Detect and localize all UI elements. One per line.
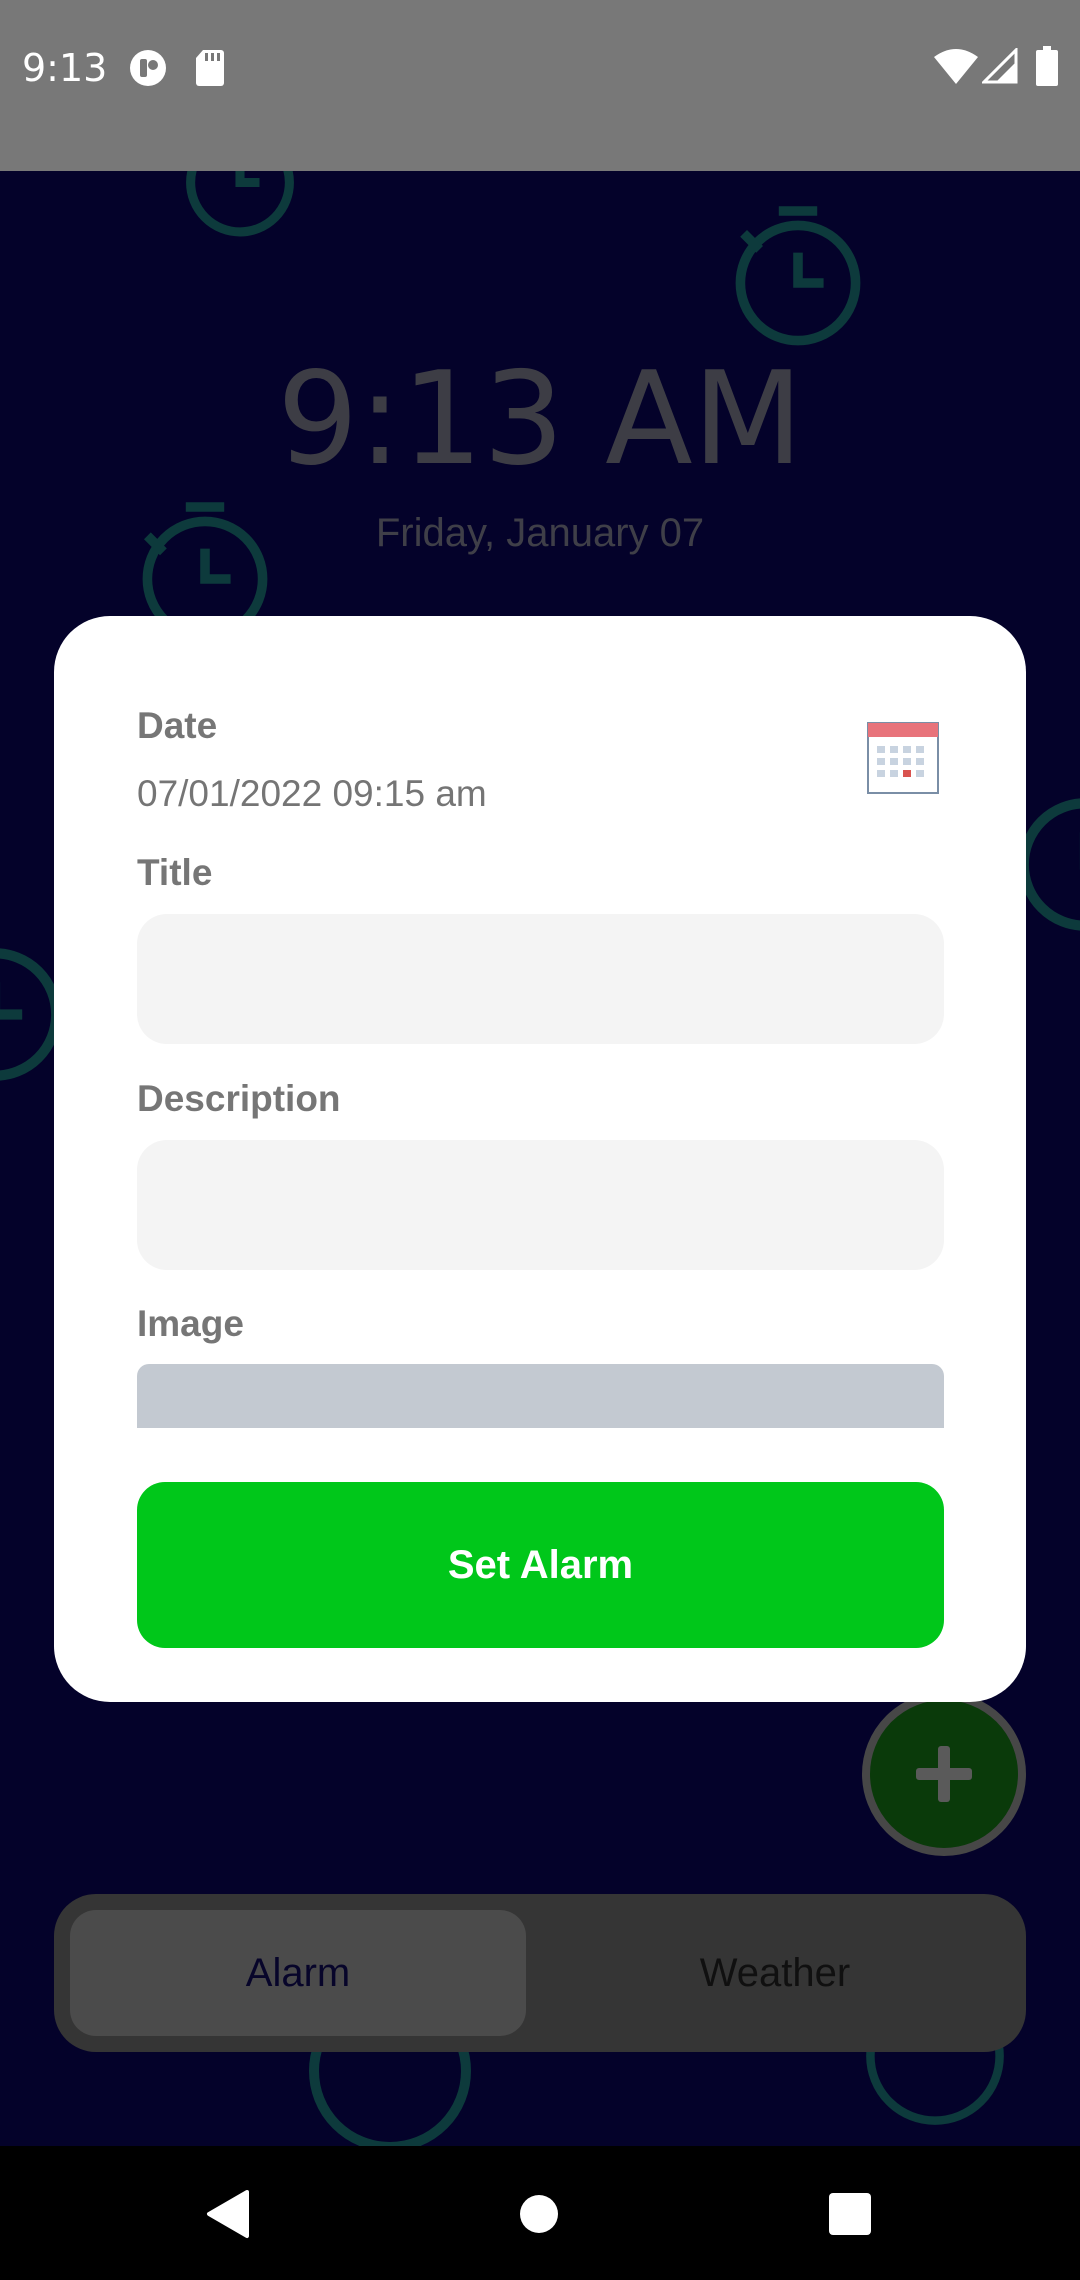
add-alarm-button[interactable]: [862, 1692, 1026, 1856]
description-label: Description: [137, 1078, 341, 1119]
recents-icon[interactable]: [829, 2193, 871, 2235]
home-icon[interactable]: [519, 2194, 559, 2234]
plus-icon: [916, 1746, 972, 1802]
description-input[interactable]: [137, 1140, 944, 1270]
stopwatch-decoration-icon: [186, 171, 294, 237]
set-alarm-dialog: Date 07/01/2022 09:15 am Title Descripti…: [54, 616, 1026, 1702]
calendar-icon[interactable]: [867, 722, 939, 794]
title-label: Title: [137, 852, 213, 893]
image-picker[interactable]: [137, 1364, 944, 1428]
wifi-icon: [934, 49, 978, 84]
back-icon[interactable]: [205, 2189, 251, 2239]
sd-card-icon: [196, 50, 224, 86]
system-navigation-bar: [0, 2146, 1080, 2280]
current-date: Friday, January 07: [375, 511, 705, 555]
current-time: 9:13 AM: [276, 345, 804, 494]
notification-app-icon: [130, 50, 166, 86]
status-time: 9:13: [22, 46, 108, 90]
battery-icon: [1036, 46, 1058, 86]
set-alarm-button[interactable]: Set Alarm: [137, 1482, 944, 1648]
tab-weather[interactable]: Weather: [540, 1910, 1010, 2036]
title-input[interactable]: [137, 914, 944, 1044]
date-value[interactable]: 07/01/2022 09:15 am: [137, 772, 487, 816]
date-label: Date: [137, 705, 218, 746]
status-bar: 9:13: [0, 0, 1080, 171]
signal-icon: [982, 48, 1018, 84]
bottom-tab-bar: Alarm Weather: [54, 1894, 1026, 2052]
tab-alarm[interactable]: Alarm: [70, 1910, 526, 2036]
stopwatch-decoration-icon: [735, 206, 861, 346]
image-label: Image: [137, 1303, 244, 1344]
